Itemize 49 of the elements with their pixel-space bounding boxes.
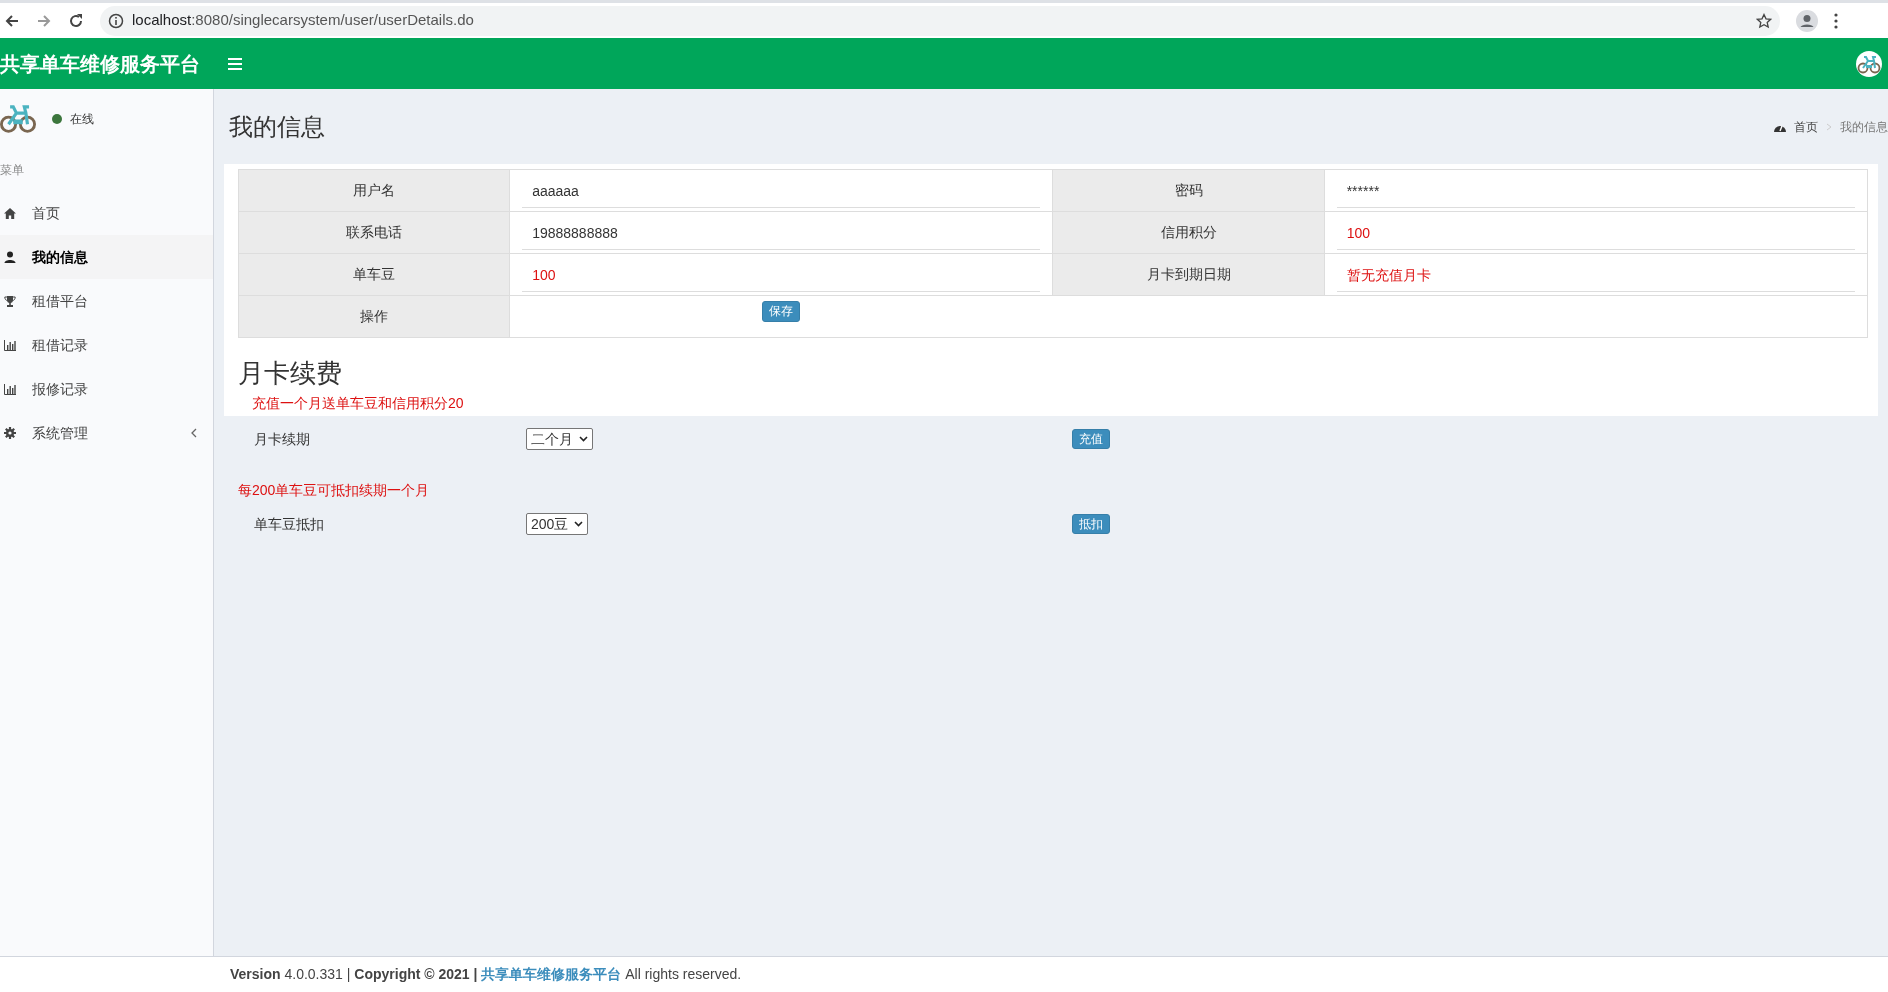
section-title: 月卡续费 (238, 357, 343, 390)
submit-button[interactable]: 抵扣 (1072, 513, 1110, 535)
star-icon[interactable] (1756, 12, 1772, 29)
menu-item[interactable]: 租借记录 (0, 323, 213, 367)
bar-chart-icon (4, 339, 16, 351)
caret-icon (574, 521, 584, 527)
field-label: 信用积分 (1053, 211, 1325, 254)
bar-chart-icon (4, 383, 16, 395)
profile-icon[interactable] (1796, 9, 1818, 32)
trophy-icon (4, 295, 16, 307)
footer-link[interactable]: 共享单车维修服务平台 (481, 966, 622, 982)
page-title: 我的信息 (229, 112, 325, 142)
menu-icon[interactable] (1834, 12, 1838, 29)
field-label: 单车豆 (238, 253, 510, 296)
menu-heading: 菜单 (0, 162, 25, 179)
submit-button[interactable]: 充值 (1072, 428, 1110, 450)
footer-text: Version 4.0.0.331 | Copyright © 2021 | 共享单车维修服务平台 All rights reserved. (230, 965, 742, 984)
field-label: 联系电话 (238, 211, 510, 254)
info-icon (108, 12, 124, 29)
avatar-icon (1856, 50, 1882, 77)
note-text: 每200单车豆可抵扣续期一个月 (237, 481, 431, 500)
menu-item[interactable]: 系统管理 (0, 411, 213, 455)
form-label: 月卡续期 (254, 429, 311, 449)
field-label: 用户名 (238, 169, 510, 212)
separator-icon (1826, 123, 1832, 131)
select-field[interactable]: 二个月 (526, 428, 593, 450)
save-button[interactable]: 保存 (762, 301, 801, 322)
back-icon[interactable] (4, 12, 20, 29)
user-icon (4, 251, 16, 263)
form-label: 单车豆抵扣 (254, 514, 325, 534)
status-text: 在线 (70, 111, 94, 128)
breadcrumb-link[interactable]: 首页 (1794, 118, 1818, 136)
menu-item[interactable]: 租借平台 (0, 279, 213, 323)
field-label: 密码 (1053, 169, 1325, 212)
app-title: 共享单车维修服务平台 (0, 51, 200, 77)
menu-item[interactable]: 我的信息 (0, 235, 213, 279)
bicycle-icon (0, 105, 36, 133)
home-icon (4, 207, 16, 219)
note-text: 充值一个月送单车豆和信用积分20 (251, 394, 465, 413)
select-field[interactable]: 200豆 (526, 513, 589, 535)
menu-item[interactable]: 报修记录 (0, 367, 213, 411)
gear-icon (4, 427, 16, 439)
reload-icon[interactable] (68, 12, 84, 29)
field-label: 操作 (238, 295, 510, 338)
url-text[interactable]: localhost:8080/singlecarsystem/user/userDetails.do (132, 9, 474, 32)
caret-icon (579, 436, 588, 442)
field-label: 月卡到期日期 (1053, 253, 1325, 296)
menu-item[interactable]: 首页 (0, 191, 213, 235)
forward-icon[interactable] (36, 12, 52, 29)
